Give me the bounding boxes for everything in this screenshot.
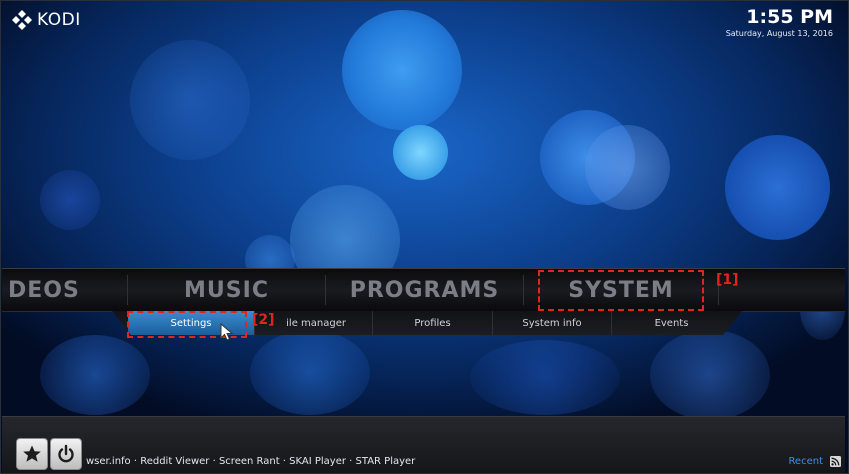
- clock-date: Saturday, August 13, 2016: [725, 29, 833, 38]
- submenu-item-system-info[interactable]: System info: [493, 311, 612, 335]
- submenu-item-label: Profiles: [414, 317, 451, 329]
- menu-item-music[interactable]: MUSIC: [128, 269, 325, 311]
- submenu-item-label: Events: [654, 317, 689, 329]
- menu-item-programs[interactable]: PROGRAMS: [326, 269, 523, 311]
- submenu-item-profiles[interactable]: Profiles: [373, 311, 493, 335]
- menu-item-videos[interactable]: DEOS: [2, 269, 127, 311]
- submenu-item-label: System info: [522, 317, 582, 329]
- menu-item-label: PROGRAMS: [349, 277, 500, 303]
- submenu-item-events[interactable]: Events: [612, 311, 731, 335]
- menu-item-label: DEOS: [8, 277, 80, 303]
- star-icon: [23, 445, 41, 462]
- clock-time: 1:55 PM: [746, 6, 833, 28]
- submenu-item-label: ile manager: [286, 317, 346, 329]
- mouse-pointer-icon: [220, 323, 234, 341]
- annotation-label-system: [1]: [716, 272, 739, 288]
- power-icon: [58, 444, 74, 463]
- recent-link[interactable]: Recent: [788, 456, 823, 467]
- annotation-label-settings: [2]: [252, 312, 275, 328]
- kodi-logo-icon: [12, 10, 32, 30]
- clock: 1:55 PM Saturday, August 13, 2016: [726, 6, 833, 40]
- rss-icon: [830, 456, 841, 467]
- addon-ticker: wser.info · Reddit Viewer · Screen Rant …: [86, 456, 416, 467]
- menu-item-label: MUSIC: [184, 277, 269, 303]
- screenshot-frame: [0, 0, 849, 474]
- kodi-logo: KODI: [12, 10, 81, 30]
- annotation-box-system: [538, 270, 704, 311]
- logo-text: KODI: [37, 10, 81, 30]
- favourites-button[interactable]: [16, 438, 48, 470]
- background-wallpaper: KODI 1:55 PM Saturday, August 13, 2016 D…: [0, 0, 849, 474]
- power-button[interactable]: [50, 438, 82, 470]
